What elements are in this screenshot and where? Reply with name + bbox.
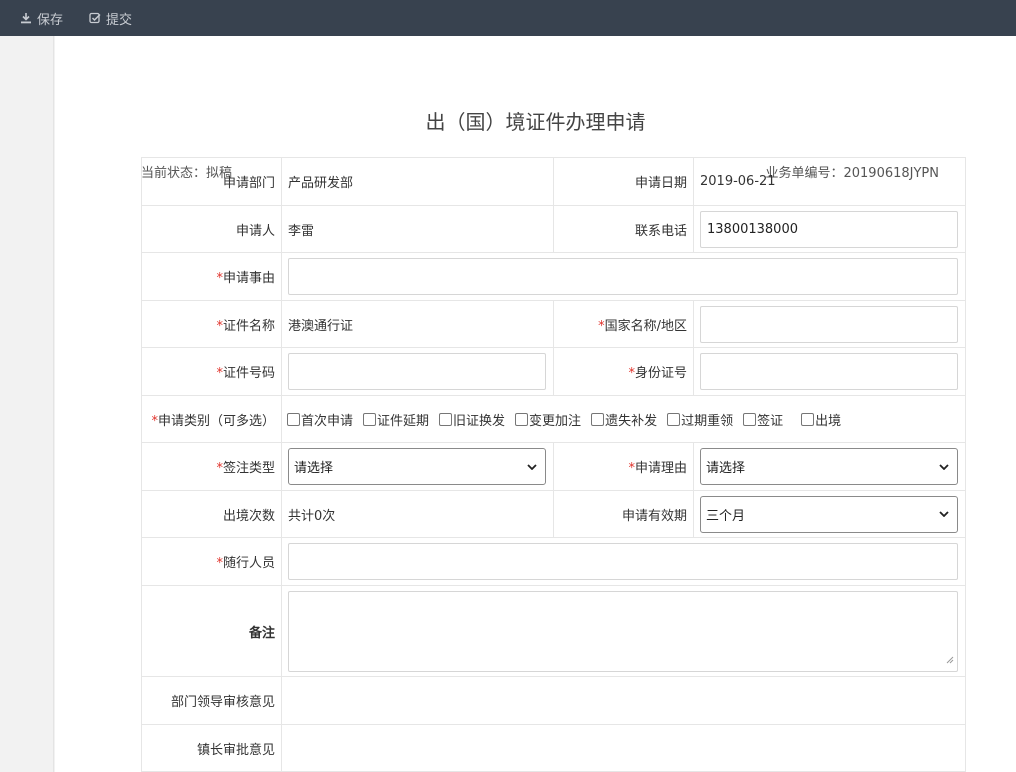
category-checkboxes: 首次申请 证件延期 旧证换发 变更加注 遗失补发 过期重领 签证 出境 — [282, 410, 965, 429]
form-row-dept: 申请部门 产品研发部 申请日期 2019-06-21 — [141, 157, 966, 206]
checkbox[interactable] — [743, 412, 757, 426]
form-row-numbers: *证件号码 *身份证号 — [141, 347, 966, 396]
form-row-dept-review: 部门领导审核意见 — [141, 676, 966, 725]
toolbar: 保存 提交 — [0, 0, 1016, 36]
remarks-label: 备注 — [141, 585, 282, 677]
date-value: 2019-06-21 — [693, 157, 966, 206]
chevron-down-icon — [527, 463, 537, 470]
submit-label: 提交 — [106, 12, 133, 28]
category-option[interactable]: 旧证换发 — [439, 410, 505, 429]
resize-grip-icon[interactable] — [946, 653, 954, 668]
category-option[interactable]: 遗失补发 — [591, 410, 657, 429]
category-option[interactable]: 变更加注 — [515, 410, 581, 429]
page-title: 出（国）境证件办理申请 — [425, 110, 646, 134]
submit-button[interactable]: 提交 — [89, 9, 132, 28]
form-row-visa: *签注类型 请选择 *申请理由 请选择 — [141, 442, 966, 491]
applicant-label: 申请人 — [141, 205, 282, 253]
remarks-textarea[interactable] — [288, 590, 958, 672]
form-row-companions: *随行人员 — [141, 537, 966, 586]
form-row-remarks: 备注 — [141, 585, 966, 677]
cert-name-value: 港澳通行证 — [281, 300, 554, 348]
cert-no-input[interactable] — [288, 353, 546, 390]
reason-label: 申请理由 — [634, 461, 687, 476]
reason-select[interactable]: 请选择 — [700, 448, 958, 485]
form-row-mayor-review: 镇长审批意见 — [141, 724, 966, 772]
checkbox[interactable] — [363, 412, 377, 426]
save-label: 保存 — [37, 12, 64, 28]
save-button[interactable]: 保存 — [20, 9, 63, 28]
dept-value: 产品研发部 — [281, 157, 554, 206]
form-page: 出（国）境证件办理申请 当前状态：拟稿 业务单编号：20190618JYPN 申… — [55, 36, 1016, 772]
dept-review-label: 部门领导审核意见 — [141, 676, 282, 725]
companions-label: 随行人员 — [222, 556, 275, 571]
cert-name-label: 证件名称 — [222, 318, 275, 334]
checkbox[interactable] — [591, 412, 605, 426]
cert-no-label: 证件号码 — [222, 366, 275, 381]
check-square-icon — [89, 12, 101, 24]
category-option[interactable]: 首次申请 — [287, 410, 353, 429]
download-icon — [20, 12, 32, 24]
application-form: 申请部门 产品研发部 申请日期 2019-06-21 申请人 李雷 联系电话 1… — [141, 157, 966, 772]
dept-label: 申请部门 — [141, 157, 282, 206]
checkbox[interactable] — [439, 412, 453, 426]
companions-input[interactable] — [288, 543, 958, 580]
matter-input[interactable] — [288, 258, 958, 295]
phone-input[interactable]: 13800138000 — [700, 210, 958, 248]
phone-label: 联系电话 — [553, 205, 694, 253]
checkbox[interactable] — [515, 412, 529, 426]
exit-count-label: 出境次数 — [141, 490, 282, 538]
category-option[interactable]: 证件延期 — [363, 410, 429, 429]
exit-count-value: 共计0次 — [281, 490, 554, 538]
checkbox[interactable] — [287, 412, 300, 426]
matter-label: 申请事由 — [222, 271, 275, 286]
left-sidebar — [0, 36, 54, 772]
visa-type-select[interactable]: 请选择 — [288, 448, 546, 485]
validity-select[interactable]: 三个月 — [700, 495, 958, 533]
country-label: 国家名称/地区 — [604, 318, 687, 334]
checkbox[interactable] — [667, 412, 681, 426]
form-row-cert: *证件名称 港澳通行证 *国家名称/地区 — [141, 300, 966, 348]
form-row-exit: 出境次数 共计0次 申请有效期 三个月 — [141, 490, 966, 538]
chevron-down-icon — [939, 463, 949, 470]
category-label: 申请类别（可多选） — [157, 413, 275, 429]
form-row-matter: *申请事由 — [141, 252, 966, 301]
date-label: 申请日期 — [553, 157, 694, 206]
mayor-review-value — [281, 724, 966, 772]
country-input[interactable] — [700, 305, 958, 343]
validity-label: 申请有效期 — [553, 490, 694, 538]
form-row-category: *申请类别（可多选） 首次申请 证件延期 旧证换发 变更加注 遗失补发 过期重领… — [141, 395, 966, 443]
mayor-review-label: 镇长审批意见 — [141, 724, 282, 772]
checkbox[interactable] — [801, 412, 815, 426]
category-option[interactable]: 过期重领 — [667, 410, 733, 429]
category-option[interactable]: 签证 — [743, 410, 783, 429]
visa-type-label: 签注类型 — [222, 461, 275, 476]
applicant-value: 李雷 — [281, 205, 554, 253]
category-option[interactable]: 出境 — [801, 410, 841, 429]
dept-review-value — [281, 676, 966, 725]
chevron-down-icon — [939, 511, 949, 517]
id-no-input[interactable] — [700, 353, 958, 390]
id-no-label: 身份证号 — [634, 366, 687, 381]
form-row-applicant: 申请人 李雷 联系电话 13800138000 — [141, 205, 966, 253]
